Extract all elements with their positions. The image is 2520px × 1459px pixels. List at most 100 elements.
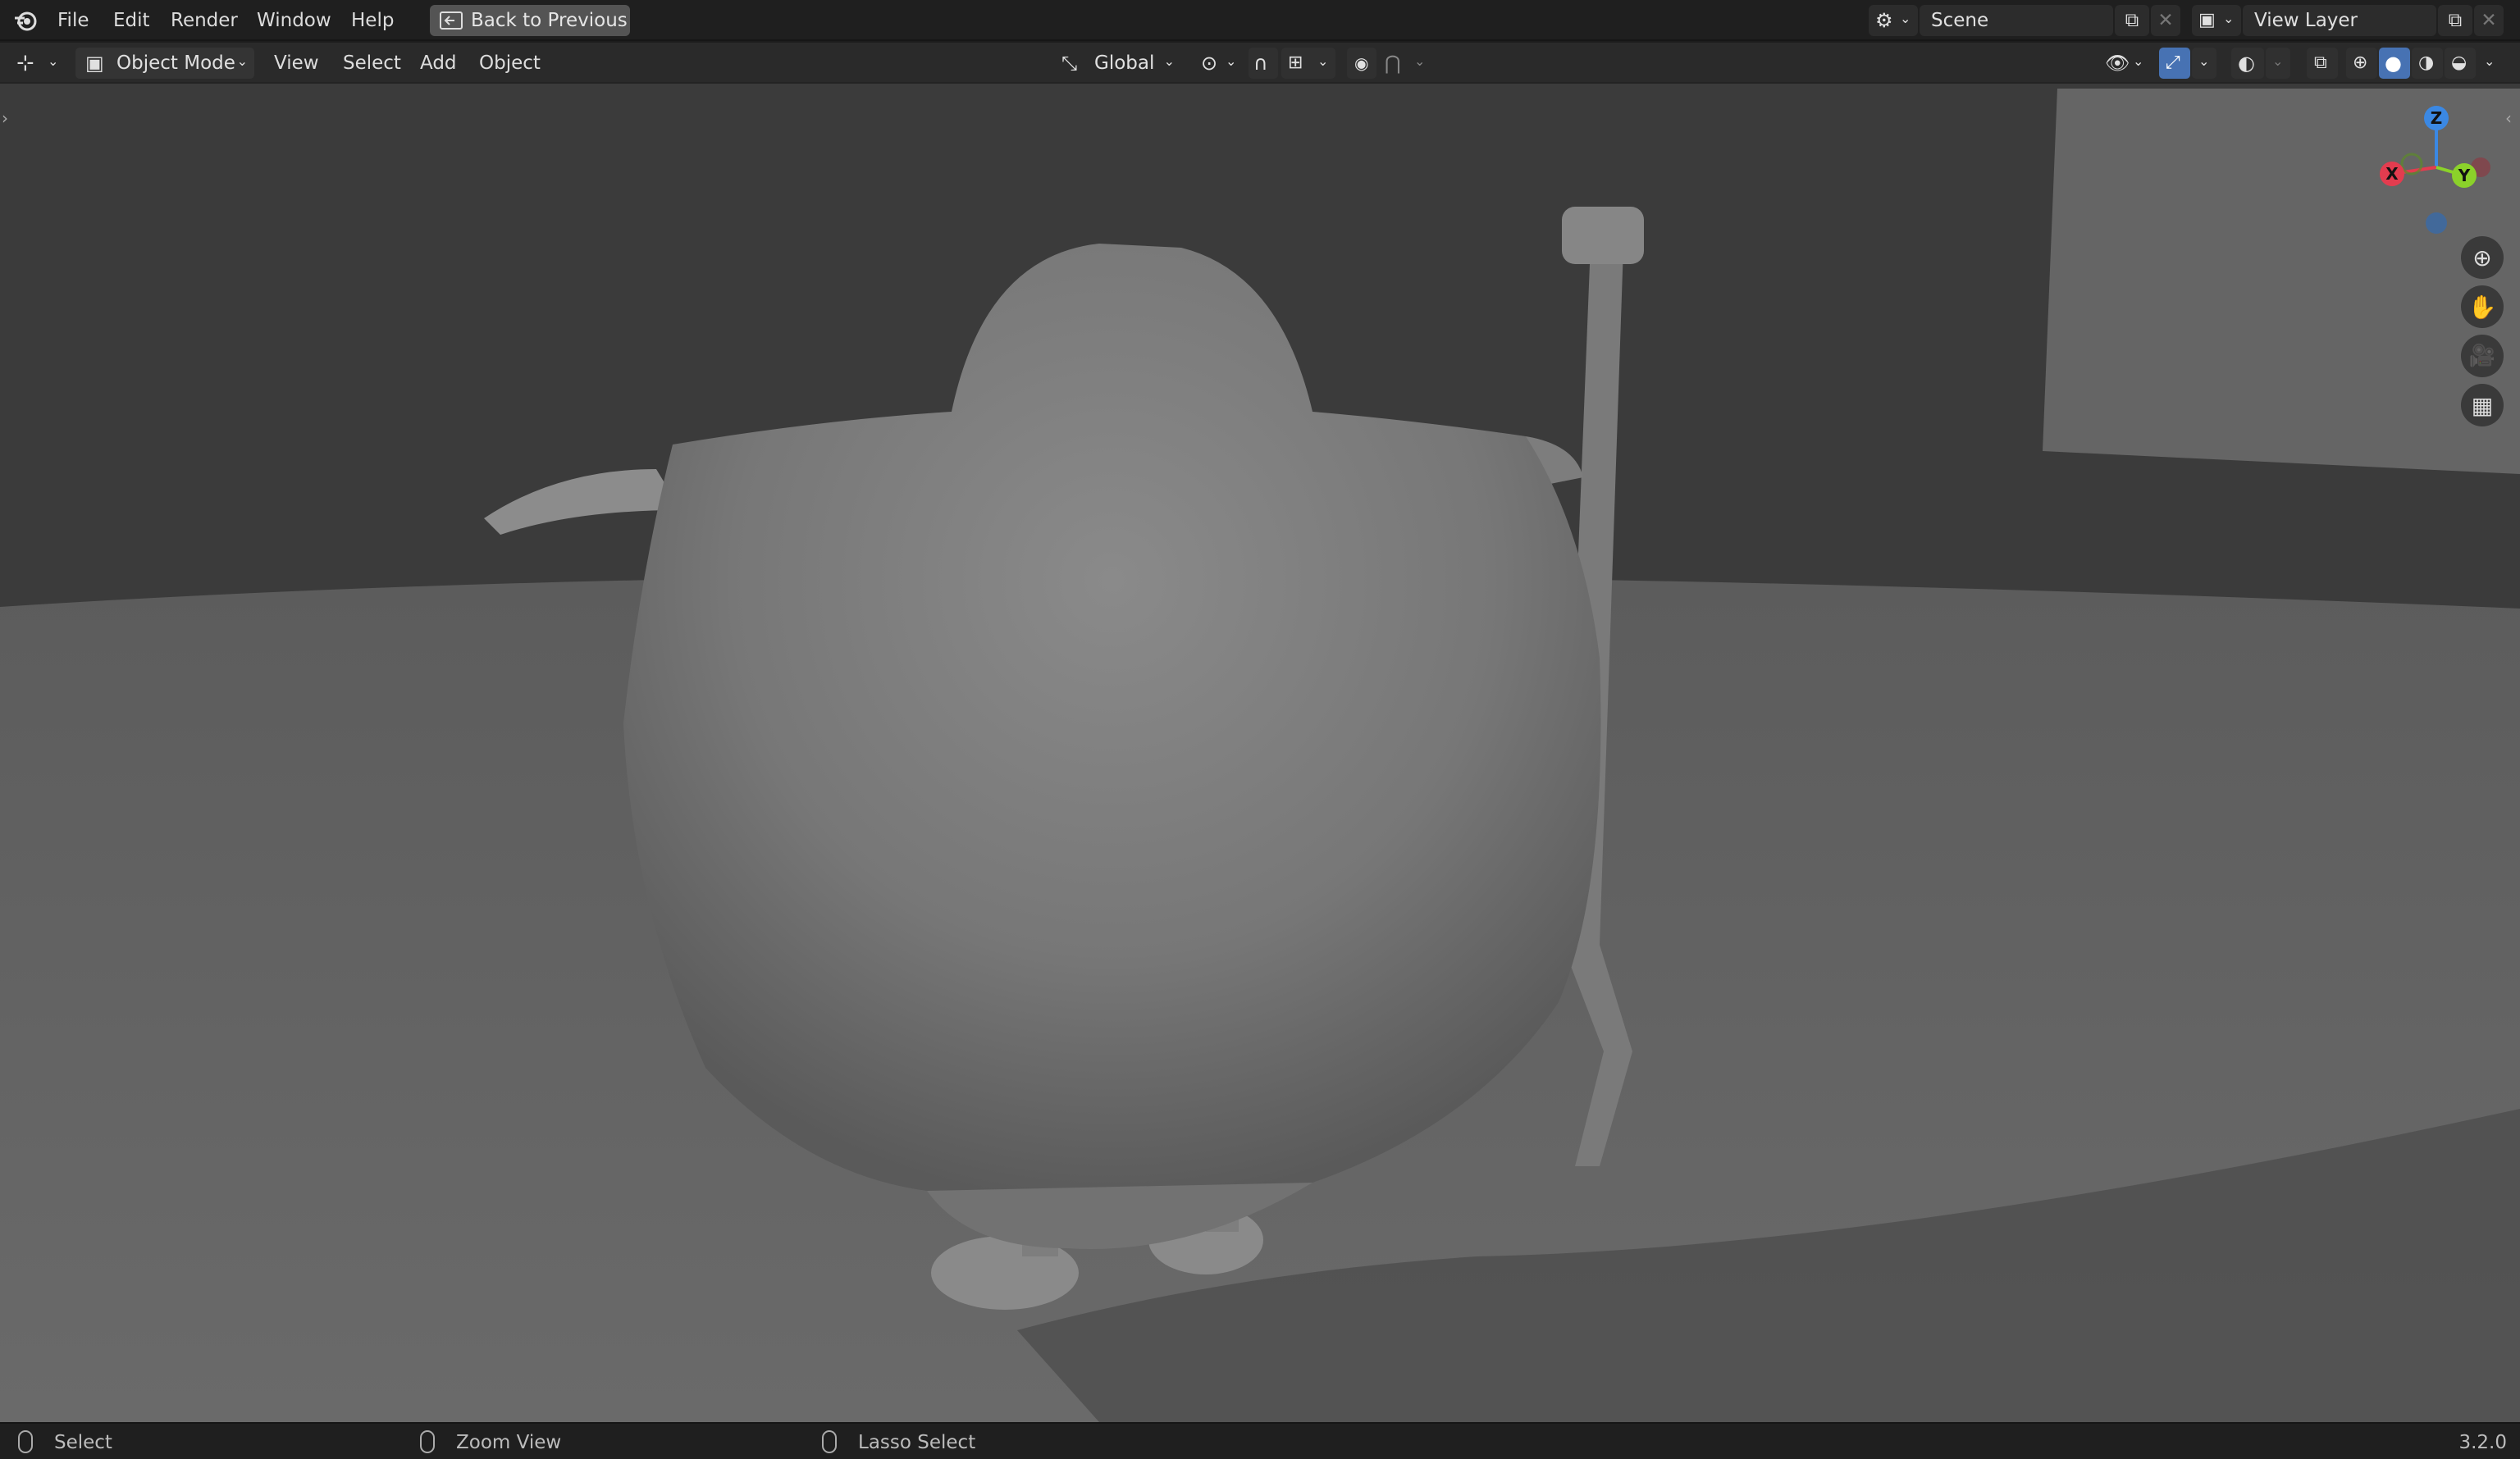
menu-select[interactable]: Select xyxy=(343,49,401,77)
menu-help[interactable]: Help xyxy=(351,7,394,34)
gizmo-toggle[interactable]: ⤢ xyxy=(2159,48,2190,79)
axes-editor-icon: ⊹ xyxy=(16,51,34,75)
perspective-toggle-button[interactable]: ▦ xyxy=(2461,384,2504,426)
shading-solid-button[interactable]: ● xyxy=(2379,48,2410,79)
scene-name-field[interactable]: Scene xyxy=(1920,5,2113,36)
scene-icon: ⚙ xyxy=(1875,9,1893,32)
delete-scene-button[interactable]: ✕ xyxy=(2151,5,2180,36)
overlays-toggle[interactable]: ◐ xyxy=(2231,48,2264,79)
material-sphere-icon: ◑ xyxy=(2418,52,2435,73)
rendered-sphere-icon: ◒ xyxy=(2451,52,2468,73)
mode-label: Object Mode xyxy=(116,52,235,74)
solid-sphere-icon: ● xyxy=(2385,52,2402,75)
grid-icon: ▦ xyxy=(2471,391,2494,419)
mouse-right-icon xyxy=(822,1430,837,1453)
xray-toggle[interactable]: ⧉ xyxy=(2307,48,2338,79)
menu-window[interactable]: Window xyxy=(257,7,331,34)
navigation-gizmo[interactable]: Z X Y xyxy=(2371,100,2502,248)
chevron-down-icon: ⌄ xyxy=(2223,11,2235,26)
top-bar: File Edit Render Window Help Back to Pre… xyxy=(0,0,2520,41)
mode-dropdown[interactable]: ▣ Object Mode ⌄ xyxy=(75,48,254,79)
chevron-down-icon: ⌄ xyxy=(48,53,59,69)
scene-type-dropdown[interactable]: ⚙ ⌄ xyxy=(1869,5,1918,36)
menu-render[interactable]: Render xyxy=(171,7,238,34)
snap-increment-icon: ⊞ xyxy=(1288,52,1303,73)
overlays-icon: ◐ xyxy=(2238,52,2255,75)
camera-icon: 🎥 xyxy=(2468,344,2496,368)
wireframe-sphere-icon: ⊕ xyxy=(2353,52,2368,73)
hand-icon: ✋ xyxy=(2468,293,2497,321)
object-visibility-dropdown[interactable]: 👁 ⌄ xyxy=(2100,48,2149,79)
editor-type-dropdown[interactable]: ⊹ ⌄ xyxy=(10,48,64,79)
magnet-icon: ∩ xyxy=(1253,52,1268,75)
gizmo-x-label: X xyxy=(2385,164,2399,184)
menu-object[interactable]: Object xyxy=(479,49,541,77)
status-select-label: Select xyxy=(54,1432,112,1453)
duplicate-icon: ⧉ xyxy=(2448,10,2463,31)
shading-material-button[interactable]: ◑ xyxy=(2412,48,2443,79)
3d-viewport[interactable]: › ‹ Z X Y ⊕ ✋ 🎥 ▦ xyxy=(0,84,2520,1422)
close-icon: ✕ xyxy=(2157,10,2174,31)
xray-icon: ⧉ xyxy=(2314,52,2327,73)
chevron-down-icon: ⌄ xyxy=(1414,53,1426,69)
menu-view[interactable]: View xyxy=(274,49,319,77)
gizmo-dropdown[interactable]: ⌄ xyxy=(2192,48,2216,79)
view-layer-name-label: View Layer xyxy=(2254,10,2358,31)
close-icon: ✕ xyxy=(2481,10,2497,31)
proportional-edit-icon: ◉ xyxy=(1354,53,1369,73)
chevron-down-icon: ⌄ xyxy=(1317,53,1329,69)
orientation-label: Global xyxy=(1094,52,1155,74)
chevron-down-icon: ⌄ xyxy=(236,53,248,69)
scene-name-label: Scene xyxy=(1931,10,1989,31)
orientation-icon: ⤡ xyxy=(1061,52,1078,75)
object-mode-icon: ▣ xyxy=(85,52,104,75)
mouse-left-icon xyxy=(18,1430,33,1453)
pivot-point-dropdown[interactable]: ⊙ ⌄ xyxy=(1194,48,1240,79)
new-view-layer-button[interactable]: ⧉ xyxy=(2438,5,2472,36)
viewport-header: ⊹ ⌄ ▣ Object Mode ⌄ View Select Add Obje… xyxy=(0,43,2520,84)
shading-rendered-button[interactable]: ◒ xyxy=(2445,48,2476,79)
status-bar: Select Zoom View Lasso Select 3.2.0 xyxy=(0,1422,2520,1459)
back-icon xyxy=(440,11,463,30)
gizmo-y-label: Y xyxy=(2458,166,2471,185)
chevron-down-icon: ⌄ xyxy=(2272,53,2284,69)
blender-logo-icon[interactable] xyxy=(13,8,39,33)
menu-edit[interactable]: Edit xyxy=(113,7,150,34)
view-layer-name-field[interactable]: View Layer xyxy=(2243,5,2436,36)
gizmo-icon: ⤢ xyxy=(2166,52,2180,73)
eye-icon: 👁 xyxy=(2105,52,2130,75)
pivot-icon: ⊙ xyxy=(1201,52,1218,75)
chevron-down-icon: ⌄ xyxy=(2484,53,2495,69)
overlays-dropdown[interactable]: ⌄ xyxy=(2266,48,2290,79)
menu-file[interactable]: File xyxy=(57,7,89,34)
version-label: 3.2.0 xyxy=(2458,1432,2507,1453)
shading-dropdown[interactable]: ⌄ xyxy=(2477,48,2502,79)
toolbar-expand-icon[interactable]: › xyxy=(2,108,8,128)
proportional-editing-toggle[interactable]: ◉ xyxy=(1347,48,1376,79)
mouse-middle-icon xyxy=(420,1430,435,1453)
sidebar-expand-icon[interactable]: ‹ xyxy=(2505,108,2512,128)
menu-add[interactable]: Add xyxy=(420,49,457,77)
camera-view-button[interactable]: 🎥 xyxy=(2461,335,2504,377)
delete-view-layer-button[interactable]: ✕ xyxy=(2474,5,2504,36)
new-scene-button[interactable]: ⧉ xyxy=(2115,5,2149,36)
snap-target-dropdown[interactable]: ⊞ ⌄ xyxy=(1281,48,1335,79)
chevron-down-icon: ⌄ xyxy=(1900,11,1911,26)
scene-render xyxy=(0,84,2520,1422)
proportional-falloff-dropdown[interactable]: ⋂ ⌄ xyxy=(1378,48,1431,79)
back-to-previous-button[interactable]: Back to Previous xyxy=(430,5,630,36)
zoom-icon: ⊕ xyxy=(2472,244,2492,271)
shading-wireframe-button[interactable]: ⊕ xyxy=(2346,48,2377,79)
chevron-down-icon: ⌄ xyxy=(1226,53,1237,69)
staff-knob xyxy=(1562,207,1644,264)
chevron-down-icon: ⌄ xyxy=(2133,53,2144,69)
chevron-down-icon: ⌄ xyxy=(2198,53,2210,69)
snap-toggle[interactable]: ∩ xyxy=(1249,48,1278,79)
transform-orientation-dropdown[interactable]: ⤡ Global ⌄ xyxy=(1053,48,1183,79)
zoom-view-button[interactable]: ⊕ xyxy=(2461,236,2504,279)
view-layer-type-dropdown[interactable]: ▣ ⌄ xyxy=(2192,5,2241,36)
view-layer-icon: ▣ xyxy=(2198,10,2216,30)
status-zoom-label: Zoom View xyxy=(456,1432,562,1453)
pan-view-button[interactable]: ✋ xyxy=(2461,285,2504,328)
gizmo-z-label: Z xyxy=(2431,108,2443,128)
